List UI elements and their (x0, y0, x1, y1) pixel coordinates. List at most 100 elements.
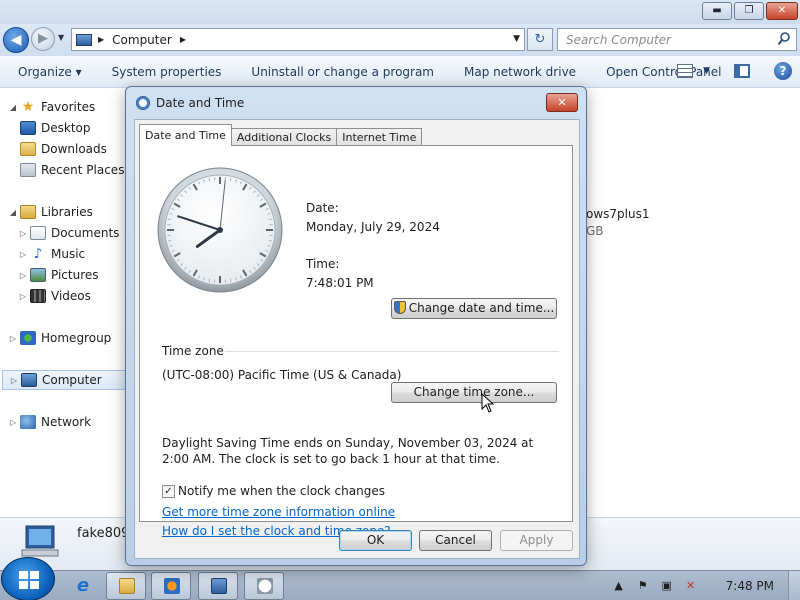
clock-minute-tick (229, 278, 232, 282)
uninstall-program-button[interactable]: Uninstall or change a program (236, 56, 449, 88)
collapse-triangle-icon[interactable]: ◢ (8, 103, 18, 112)
apply-button[interactable]: Apply (500, 530, 573, 551)
computer-icon (76, 33, 92, 46)
nav-videos[interactable]: ▷ Videos (18, 286, 91, 306)
command-bar: Organize ▾ System properties Uninstall o… (0, 56, 800, 88)
taskbar-control-panel[interactable] (198, 572, 238, 600)
clock-icon (257, 578, 273, 594)
more-time-zone-info-link[interactable]: Get more time zone information online (162, 505, 395, 519)
nav-label: Favorites (41, 100, 96, 114)
taskbar-date-and-time[interactable] (244, 572, 284, 600)
search-icon[interactable] (777, 31, 791, 47)
maximize-button[interactable]: ❐ (734, 2, 764, 20)
view-dropdown-icon[interactable]: ▼ (703, 66, 710, 76)
change-time-zone-button[interactable]: Change time zone... (391, 382, 557, 403)
expand-triangle-icon[interactable]: ▷ (18, 271, 28, 280)
map-network-drive-button[interactable]: Map network drive (449, 56, 591, 88)
nav-downloads[interactable]: Downloads (20, 139, 107, 159)
notify-checkbox-row[interactable]: ✓ Notify me when the clock changes (162, 484, 385, 498)
start-button[interactable] (1, 557, 55, 600)
recent-places-icon (20, 163, 36, 177)
taskbar-media-player[interactable] (151, 572, 191, 600)
search-input[interactable] (558, 29, 758, 50)
show-hidden-icons-icon[interactable]: ▲ (612, 579, 626, 593)
windows-logo-icon (19, 571, 39, 589)
address-bar-row: ◀ ▶ ▼ ▶ Computer ▶ ▼ ↻ (0, 24, 800, 56)
address-dropdown-icon[interactable]: ▼ (513, 34, 520, 44)
internet-explorer-icon: e (76, 575, 90, 596)
nav-label: Libraries (41, 205, 93, 219)
dialog-body: Date and Time Additional Clocks Internet… (134, 119, 580, 559)
nav-label: Videos (51, 289, 91, 303)
expand-triangle-icon[interactable]: ▷ (8, 418, 18, 427)
folder-icon (119, 578, 135, 594)
expand-triangle-icon[interactable]: ▷ (18, 229, 28, 238)
time-zone-divider (225, 351, 559, 352)
expand-triangle-icon[interactable]: ▷ (18, 292, 28, 301)
breadcrumb-computer[interactable]: Computer (112, 33, 172, 47)
nav-libraries[interactable]: ◢ Libraries (8, 202, 93, 222)
minimize-button[interactable]: ▬ (702, 2, 732, 20)
change-date-time-button[interactable]: Change date and time... (391, 298, 557, 319)
dialog-close-button[interactable]: ✕ (546, 93, 578, 112)
tab-panel-date-and-time: Date: Monday, July 29, 2024 Time: 7:48:0… (139, 145, 573, 538)
command-bar-right: ▼ ? (677, 62, 792, 80)
recent-pages-dropdown-icon[interactable]: ▼ (58, 33, 64, 42)
nav-computer[interactable]: ▷ Computer (2, 370, 126, 390)
organize-menu[interactable]: Organize ▾ (0, 56, 97, 88)
tab-strip: Date and Time Additional Clocks Internet… (139, 124, 423, 146)
nav-music[interactable]: ▷ ♪ Music (18, 244, 85, 264)
notify-checkbox[interactable]: ✓ (162, 484, 175, 498)
help-icon[interactable]: ? (774, 62, 792, 80)
taskbar: e ▲ ⚑ ▣ ✕ 7:48 PM (0, 557, 800, 600)
expand-triangle-icon[interactable]: ▷ (18, 250, 28, 259)
tab-internet-time[interactable]: Internet Time (336, 128, 423, 146)
expand-triangle-icon[interactable]: ▷ (9, 376, 19, 385)
action-center-flag-icon[interactable]: ⚑ (636, 579, 650, 593)
mouse-cursor-icon (481, 393, 495, 413)
refresh-button[interactable]: ↻ (527, 28, 553, 51)
nav-pictures[interactable]: ▷ Pictures (18, 265, 99, 285)
cancel-button[interactable]: Cancel (419, 530, 492, 551)
notification-area: ▲ ⚑ ▣ ✕ 7:48 PM (612, 571, 800, 600)
star-icon: ★ (21, 99, 35, 115)
clock-minute-tick (168, 239, 172, 242)
notify-checkbox-label[interactable]: Notify me when the clock changes (178, 484, 385, 498)
ok-button[interactable]: OK (339, 530, 412, 551)
taskbar-clock[interactable]: 7:48 PM (726, 579, 774, 593)
nav-recent-places[interactable]: Recent Places (20, 160, 124, 180)
expand-triangle-icon[interactable]: ▷ (8, 334, 18, 343)
taskbar-windows-explorer[interactable] (106, 572, 146, 600)
network-tray-icon[interactable]: ▣ (660, 579, 674, 593)
clock-minute-tick (168, 218, 172, 221)
volume-muted-icon[interactable]: ✕ (684, 579, 698, 593)
breadcrumb-chevron-icon[interactable]: ▶ (98, 35, 104, 44)
change-view-icon[interactable] (677, 64, 694, 78)
nav-network[interactable]: ▷ Network (8, 412, 91, 432)
nav-documents[interactable]: ▷ Documents (18, 223, 119, 243)
collapse-triangle-icon[interactable]: ◢ (8, 208, 18, 217)
back-button[interactable]: ◀ (3, 27, 29, 53)
close-button[interactable]: ✕ (766, 2, 798, 20)
nav-label: Documents (51, 226, 120, 240)
media-player-icon (164, 578, 180, 594)
tab-date-and-time[interactable]: Date and Time (139, 124, 232, 146)
nav-homegroup[interactable]: ▷ Homegroup (8, 328, 111, 348)
control-panel-icon (211, 578, 227, 594)
change-date-time-label: Change date and time... (408, 301, 555, 315)
address-box[interactable]: ▶ Computer ▶ ▼ (71, 28, 525, 51)
breadcrumb-chevron-icon[interactable]: ▶ (180, 35, 186, 44)
tab-additional-clocks[interactable]: Additional Clocks (230, 128, 338, 146)
forward-button[interactable]: ▶ (31, 27, 55, 51)
nav-desktop[interactable]: Desktop (20, 118, 91, 138)
show-desktop-button[interactable] (788, 571, 800, 600)
preview-pane-icon[interactable] (734, 64, 750, 78)
navigation-pane: ◢ ★ Favorites Desktop Downloads Recent P… (0, 89, 127, 517)
drive-label-partial[interactable]: ows7plus1 (586, 207, 650, 221)
network-icon (20, 415, 36, 429)
pictures-icon (30, 268, 46, 282)
system-properties-button[interactable]: System properties (97, 56, 237, 88)
taskbar-internet-explorer[interactable]: e (62, 572, 102, 600)
nav-favorites[interactable]: ◢ ★ Favorites (8, 97, 95, 117)
clock-minute-tick (268, 239, 272, 242)
